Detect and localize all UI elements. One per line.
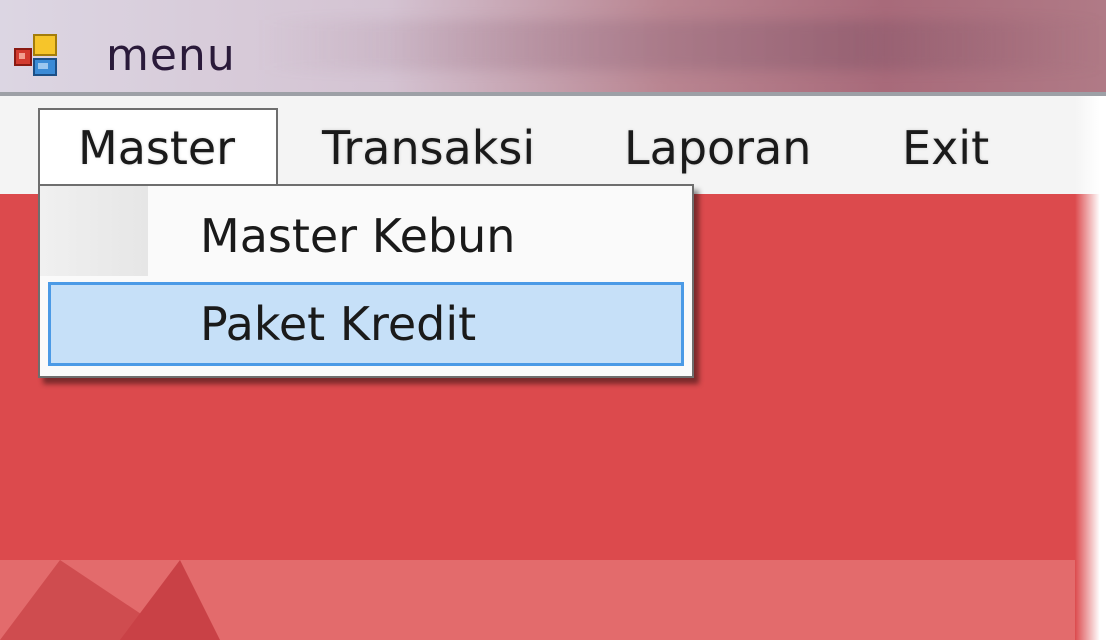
window-edge-fade <box>1075 96 1106 640</box>
master-dropdown-menu: Master Kebun Paket Kredit <box>38 184 694 378</box>
menu-master[interactable]: Master <box>78 120 235 176</box>
menu-transaksi[interactable]: Transaksi <box>322 120 535 176</box>
menu-item-master-kebun[interactable]: Master Kebun <box>48 194 684 278</box>
menu-bar: Master Transaksi Laporan Exit <box>0 96 1106 194</box>
menu-exit[interactable]: Exit <box>902 120 989 176</box>
app-window-icon <box>14 34 57 76</box>
background-logo-shape <box>120 560 220 640</box>
menu-laporan[interactable]: Laporan <box>624 120 811 176</box>
menu-item-label: Paket Kredit <box>200 297 477 351</box>
menu-item-label: Master Kebun <box>200 209 516 263</box>
title-bar[interactable]: menu <box>0 0 1106 92</box>
application-window: menu Master Transaksi Laporan Exit Maste… <box>0 0 1106 640</box>
menu-item-paket-kredit[interactable]: Paket Kredit <box>48 282 684 366</box>
window-title: menu <box>106 30 236 81</box>
